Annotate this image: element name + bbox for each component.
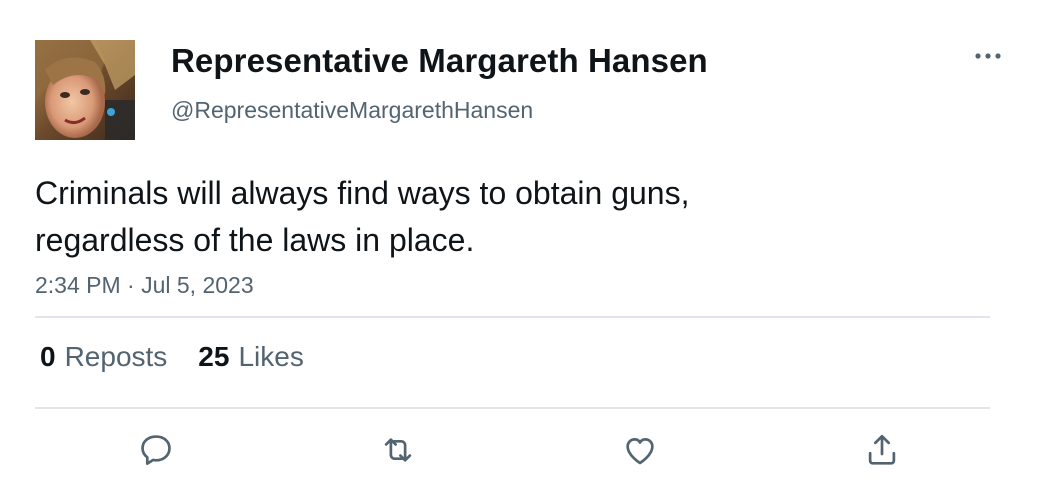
tweet-text-line: Criminals will always find ways to obtai… (35, 175, 690, 211)
tweet-text-line: regardless of the laws in place. (35, 222, 475, 258)
reposts-count: 0 (40, 341, 56, 372)
display-name[interactable]: Representative Margareth Hansen (171, 42, 708, 80)
divider (35, 316, 990, 318)
more-options-button[interactable] (970, 42, 1008, 70)
tweet-card: Representative Margareth Hansen @Represe… (0, 0, 1050, 480)
divider (35, 407, 990, 409)
reposts-label: Reposts (64, 341, 168, 372)
action-bar (0, 428, 1050, 472)
user-handle[interactable]: @RepresentativeMargarethHansen (171, 97, 533, 124)
more-dots-icon (975, 53, 1001, 59)
share-button[interactable] (860, 428, 904, 472)
likes-stat[interactable]: 25 Likes (198, 341, 304, 373)
repost-arrows-icon (384, 438, 412, 462)
like-button[interactable] (618, 428, 662, 472)
repost-button[interactable] (376, 428, 420, 472)
reposts-stat[interactable]: 0 Reposts (40, 341, 167, 373)
tweet-timestamp[interactable]: 2:34 PM · Jul 5, 2023 (35, 272, 254, 299)
engagement-stats: 0 Reposts 25 Likes (40, 341, 304, 373)
share-upload-icon (868, 434, 896, 465)
tweet-text: Criminals will always find ways to obtai… (35, 170, 935, 264)
avatar[interactable] (35, 40, 135, 140)
speech-bubble-icon (141, 435, 171, 465)
profile-photo-icon (35, 40, 135, 140)
heart-icon (626, 438, 654, 465)
likes-count: 25 (198, 341, 230, 372)
likes-label: Likes (238, 341, 304, 372)
reply-button[interactable] (134, 428, 178, 472)
